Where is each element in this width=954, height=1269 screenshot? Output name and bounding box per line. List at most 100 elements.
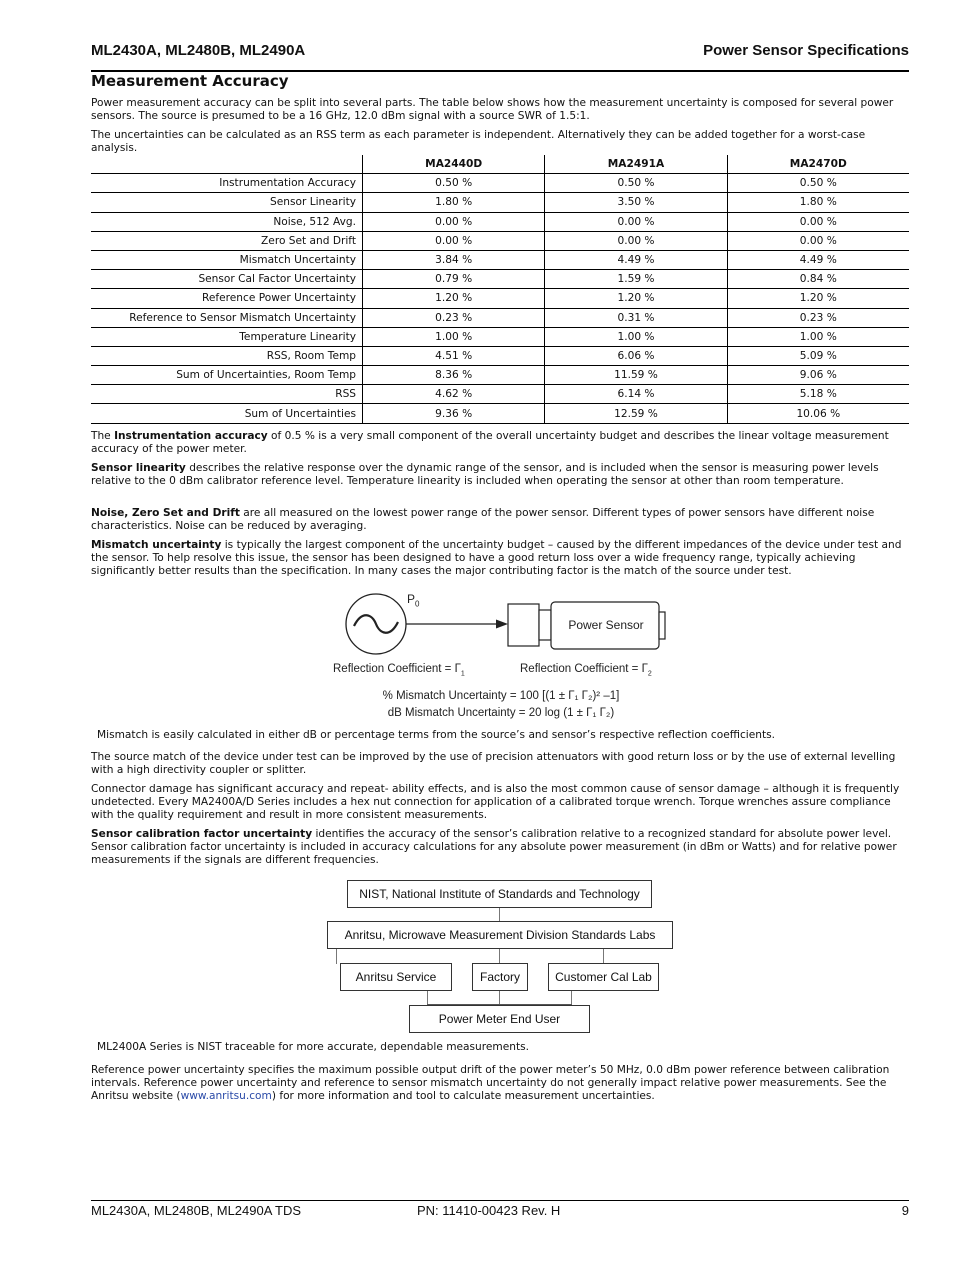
page-number: 9 <box>901 1203 909 1218</box>
cell-value: 0.50 % <box>362 173 546 194</box>
table-row: Reference Power Uncertainty 1.20 % 1.20 % 1… <box>91 288 909 309</box>
table-row: Instrumentation Accuracy 0.50 % 0.50 % 0.50… <box>91 173 909 194</box>
connector-paragraph: Connector damage has significant accurac… <box>91 783 900 821</box>
cell-value: 4.49 % <box>544 250 728 271</box>
nist-caption: ML2400A Series is NIST traceable for mor… <box>97 1041 530 1053</box>
connector-block <box>507 603 540 647</box>
row-label: Sum of Uncertainties <box>91 403 364 424</box>
cell-value: 1.00 % <box>727 327 909 347</box>
header-section: Power Sensor Specifications <box>703 42 909 59</box>
column-header: MA2470D <box>727 155 909 175</box>
linearity-paragraph: Sensor linearity describes the relative … <box>91 462 879 487</box>
row-label: Zero Set and Drift <box>91 231 364 251</box>
cell-value: 0.00 % <box>362 231 546 251</box>
page-footer: ML2430A, ML2480B, ML2490A TDS PN: 11410-… <box>91 1200 909 1218</box>
cell-value: 11.59 % <box>544 365 728 386</box>
cell-value: 4.51 % <box>362 346 546 367</box>
customer-cal-lab-box: Customer Cal Lab <box>548 963 659 991</box>
table-row: Noise, 512 Avg. 0.00 % 0.00 % 0.00 % <box>91 212 909 232</box>
source-match-paragraph: The source match of the device under tes… <box>91 751 896 776</box>
table-row: Sensor Cal Factor Uncertainty 0.79 % 1.59 … <box>91 269 909 290</box>
table-row: Sum of Uncertainties 9.36 % 12.59 % 10.06 % <box>91 403 909 424</box>
cell-value: 9.36 % <box>362 403 546 424</box>
cell-value: 0.31 % <box>544 308 728 328</box>
cell-value: 5.18 % <box>727 384 909 405</box>
instrumentation-paragraph: The Instrumentation accuracy of 0.5 % is… <box>91 430 889 455</box>
cell-value: 1.80 % <box>727 192 909 213</box>
header-models: ML2430A, ML2480B, ML2490A <box>91 42 306 59</box>
cell-value: 3.84 % <box>362 250 546 271</box>
mismatch-caption: Mismatch is easily calculated in either … <box>97 729 775 741</box>
cell-value: 9.06 % <box>727 365 909 386</box>
table-row: Sum of Uncertainties, Room Temp 8.36 % 11.… <box>91 365 909 386</box>
column-header: MA2440D <box>362 155 546 175</box>
footer-document: ML2430A, ML2480B, ML2490A TDS <box>91 1203 302 1218</box>
section-title: Measurement Accuracy <box>91 72 289 90</box>
reflection-coefficient-sensor: Reflection Coefficient = Γ2 <box>520 663 652 678</box>
row-label: Sum of Uncertainties, Room Temp <box>91 365 364 386</box>
cell-value: 1.20 % <box>727 288 909 309</box>
cell-value: 10.06 % <box>727 403 909 424</box>
cell-value: 4.49 % <box>727 250 909 271</box>
cell-value: 0.00 % <box>544 212 728 232</box>
cell-value: 1.20 % <box>544 288 728 309</box>
cell-value: 0.00 % <box>544 231 728 251</box>
cell-value: 0.84 % <box>727 269 909 290</box>
mismatch-paragraph: Mismatch uncertainty is typically the la… <box>91 539 902 577</box>
table-header-row: MA2440D MA2491A MA2470D <box>91 155 909 175</box>
table-row: RSS 4.62 % 6.14 % 5.18 % <box>91 384 909 405</box>
cell-value: 1.00 % <box>362 327 546 347</box>
table-row: Reference to Sensor Mismatch Uncertainty… <box>91 308 909 328</box>
table-row: RSS, Room Temp 4.51 % 6.06 % 5.09 % <box>91 346 909 367</box>
accuracy-table: MA2440D MA2491A MA2470D Instrumentation … <box>91 155 909 424</box>
cell-value: 0.23 % <box>727 308 909 328</box>
cell-value: 4.62 % <box>362 384 546 405</box>
column-header: MA2491A <box>544 155 728 175</box>
row-label: Noise, 512 Avg. <box>91 212 364 232</box>
calibration-factor-paragraph: Sensor calibration factor uncertainty id… <box>91 828 897 866</box>
cell-value: 1.00 % <box>544 327 728 347</box>
page-header: ML2430A, ML2480B, ML2490A Power Sensor S… <box>91 40 909 72</box>
noise-paragraph: Noise, Zero Set and Drift are all measur… <box>91 507 875 532</box>
footer-part-number: PN: 11410-00423 Rev. H <box>417 1203 561 1218</box>
reflection-coefficient-source: Reflection Coefficient = Γ1 <box>333 663 465 678</box>
cell-value: 0.00 % <box>727 212 909 232</box>
cell-value: 0.00 % <box>362 212 546 232</box>
cell-value: 0.00 % <box>727 231 909 251</box>
row-label: Sensor Cal Factor Uncertainty <box>91 269 364 290</box>
row-label: Reference to Sensor Mismatch Uncertainty <box>91 308 364 328</box>
cell-value: 1.80 % <box>362 192 546 213</box>
connector-neck <box>538 609 552 641</box>
cell-value: 6.14 % <box>544 384 728 405</box>
cell-value: 1.20 % <box>362 288 546 309</box>
db-mismatch-formula: dB Mismatch Uncertainty = 20 log (1 ± Γ₁… <box>387 707 615 719</box>
cell-value: 0.23 % <box>362 308 546 328</box>
p0-label: P0 <box>407 592 420 609</box>
cell-value: 1.59 % <box>544 269 728 290</box>
cell-value: 5.09 % <box>727 346 909 367</box>
table-row: Zero Set and Drift 0.00 % 0.00 % 0.00 % <box>91 231 909 251</box>
row-label: RSS <box>91 384 364 405</box>
cell-value: 0.79 % <box>362 269 546 290</box>
cell-value: 0.50 % <box>727 173 909 194</box>
cell-value: 6.06 % <box>544 346 728 367</box>
anritsu-website-link[interactable]: www.anritsu.com <box>181 1090 272 1102</box>
row-label: Mismatch Uncertainty <box>91 250 364 271</box>
intro-paragraph-1: Power measurement accuracy can be split … <box>91 97 894 122</box>
reference-power-paragraph: Reference power uncertainty specifies th… <box>91 1064 890 1102</box>
nist-box: NIST, National Institute of Standards an… <box>347 880 652 908</box>
row-label: Temperature Linearity <box>91 327 364 347</box>
cell-value: 0.50 % <box>544 173 728 194</box>
row-label: Reference Power Uncertainty <box>91 288 364 309</box>
anritsu-service-box: Anritsu Service <box>340 963 452 991</box>
row-label: Instrumentation Accuracy <box>91 173 364 194</box>
intro-paragraph-2: The uncertainties can be calculated as a… <box>91 129 866 154</box>
arrow-head-icon <box>496 619 508 629</box>
table-row: Mismatch Uncertainty 3.84 % 4.49 % 4.49 % <box>91 250 909 271</box>
percent-mismatch-formula: % Mismatch Uncertainty = 100 [(1 ± Γ₁ Γ₂… <box>382 690 620 702</box>
table-row: Sensor Linearity 1.80 % 3.50 % 1.80 % <box>91 192 909 213</box>
cell-value: 8.36 % <box>362 365 546 386</box>
table-row: Temperature Linearity 1.00 % 1.00 % 1.00 % <box>91 327 909 347</box>
row-label: RSS, Room Temp <box>91 346 364 367</box>
cell-value: 12.59 % <box>544 403 728 424</box>
